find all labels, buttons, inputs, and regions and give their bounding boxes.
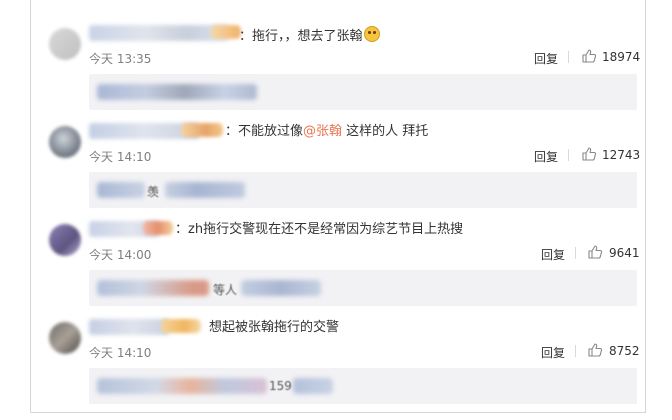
username-badge-blurred <box>161 319 201 333</box>
reply-blurred-text <box>97 378 267 394</box>
reply-text: 159 <box>269 379 292 393</box>
comment-item: 想起被张翰拖行的交警 今天 14:10 回复 8752 159 <box>31 294 645 404</box>
reply-preview[interactable]: 159 <box>89 368 637 404</box>
thumbs-up-icon[interactable] <box>587 342 603 358</box>
username-badge-blurred <box>181 123 223 137</box>
avatar[interactable] <box>49 126 81 158</box>
comment-text: ：不能放过像@张翰 这样的人 拜托 <box>225 124 429 139</box>
avatar[interactable] <box>49 224 81 256</box>
divider <box>575 345 576 357</box>
comment-time: 今天 14:10 <box>89 346 152 360</box>
reply-button[interactable]: 回复 <box>541 344 565 361</box>
like-count: 8752 <box>609 344 640 358</box>
comment-text: ：拖行，，想去了张翰 <box>239 26 380 45</box>
reply-button[interactable]: 回复 <box>534 50 558 67</box>
comment-time: 今天 14:00 <box>89 248 152 262</box>
avatar[interactable] <box>49 28 81 60</box>
username-blurred[interactable] <box>89 319 169 335</box>
comment-list: ：拖行，，想去了张翰 今天 13:35 回复 18974 ：不能放过像@张翰 这… <box>30 0 646 413</box>
like-count: 9641 <box>609 246 640 260</box>
comment-item: ：拖行，，想去了张翰 今天 13:35 回复 18974 <box>31 0 645 110</box>
reply-button[interactable]: 回复 <box>534 148 558 165</box>
thumbs-up-icon[interactable] <box>581 48 597 64</box>
reply-blurred-text <box>293 378 333 394</box>
sad-face-emoji-icon <box>363 26 380 42</box>
divider <box>568 149 569 161</box>
comment-time: 今天 13:35 <box>89 52 152 66</box>
comment-time: 今天 14:10 <box>89 150 152 164</box>
comment-text: 想起被张翰拖行的交警 <box>209 320 340 335</box>
comment-item: ：不能放过像@张翰 这样的人 拜托 今天 14:10 回复 12743 羡 <box>31 98 645 208</box>
username-badge-blurred <box>143 221 173 235</box>
thumbs-up-icon[interactable] <box>581 146 597 162</box>
comment-text: ：zh拖行交警现在还不是经常因为综艺节目上热搜 <box>175 222 464 237</box>
like-count: 12743 <box>602 148 641 162</box>
mention-link[interactable]: @张翰 <box>303 124 342 139</box>
reply-button[interactable]: 回复 <box>541 246 565 263</box>
thumbs-up-icon[interactable] <box>587 244 603 260</box>
username-badge-blurred <box>211 25 241 39</box>
avatar[interactable] <box>49 322 81 354</box>
like-count: 18974 <box>602 50 641 64</box>
divider <box>575 247 576 259</box>
username-blurred[interactable] <box>89 25 229 41</box>
comment-item: ：zh拖行交警现在还不是经常因为综艺节目上热搜 今天 14:00 回复 9641… <box>31 196 645 306</box>
divider <box>568 51 569 63</box>
